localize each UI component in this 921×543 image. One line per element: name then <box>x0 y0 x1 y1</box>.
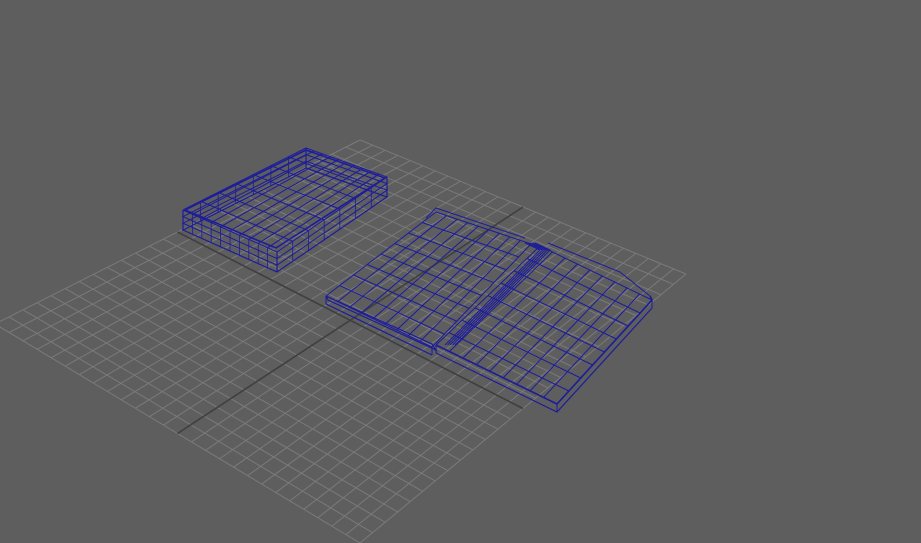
viewport-canvas[interactable] <box>0 0 921 543</box>
grid-axes <box>177 206 524 435</box>
closed-book-wireframe[interactable] <box>181 147 389 273</box>
3d-viewport[interactable] <box>0 0 921 543</box>
